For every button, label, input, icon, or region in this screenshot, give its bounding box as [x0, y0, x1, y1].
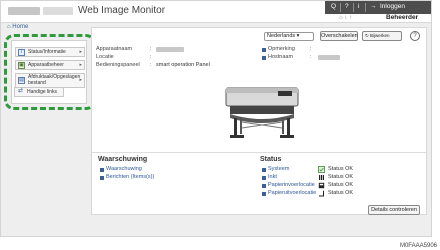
warning-title: Waarschuwing	[98, 156, 148, 163]
refresh-label: Bijwerken	[370, 33, 390, 38]
paper-output-icon	[319, 190, 324, 197]
highlight-outline	[4, 34, 96, 110]
figure-code: M0FAAA5906	[399, 243, 437, 249]
status-title: Status	[260, 156, 282, 163]
browser-frame: Web Image Monitor Q ? i → Inloggen ⌂ ↓ ↑…	[0, 0, 432, 237]
opmerking-label: Opmerking	[268, 46, 295, 52]
bullet-icon	[262, 192, 266, 196]
status-systeem-value: Status OK	[328, 166, 354, 172]
toolbar-separator	[340, 3, 341, 12]
bullet-icon	[100, 168, 104, 172]
hostnaam-value-blurred	[318, 55, 340, 60]
user-role-label: Beheerder	[386, 14, 419, 21]
bedieningspaneel-label: Bedieningspaneel	[96, 62, 140, 68]
bullet-icon	[262, 184, 266, 188]
bedieningspaneel-value: smart operation Panel	[156, 62, 210, 68]
paper-input-icon	[318, 182, 325, 189]
status-systeem-link[interactable]: Systeem	[268, 166, 289, 173]
status-papierinvoer-link[interactable]: Papierinvoerlocatie	[268, 182, 315, 189]
refresh-button[interactable]: ↻ Bijwerken	[362, 31, 402, 41]
bullet-icon	[262, 56, 266, 60]
toolbar-separator	[353, 3, 354, 12]
toolbar-separator	[365, 3, 366, 12]
status-papieruitvoer-link[interactable]: Papieruitvoerlocatie	[268, 190, 316, 197]
breadcrumb-home[interactable]: ⌂ Home	[7, 24, 28, 30]
locatie-label: Locatie	[96, 54, 114, 60]
help-icon[interactable]: ?	[345, 2, 349, 12]
bullet-icon	[262, 168, 266, 172]
colon: :	[150, 54, 152, 60]
colon: :	[310, 46, 312, 52]
bullet-icon	[100, 176, 104, 180]
check-details-button[interactable]: Details controleren	[368, 205, 420, 215]
top-toolbar: Q ? i → Inloggen	[325, 1, 431, 14]
hostnaam-label: Hostnaam	[268, 54, 294, 60]
brand-logo	[8, 7, 40, 15]
status-inkt-link[interactable]: Inkt	[268, 174, 277, 181]
bullet-icon	[262, 48, 266, 52]
ink-icon	[319, 175, 324, 180]
messages-link[interactable]: Berichten (Items(s))	[106, 174, 154, 181]
user-action-icons[interactable]: ⌂ ↓ ↑	[339, 15, 352, 21]
search-icon[interactable]: Q	[331, 2, 336, 12]
colon: :	[150, 62, 152, 68]
status-inkt-value: Status OK	[328, 174, 354, 180]
printer-image	[225, 87, 299, 138]
language-select[interactable]: Nederlands ▾	[264, 32, 314, 41]
colon: :	[150, 46, 152, 52]
status-papierinvoer-value: Status OK	[328, 182, 354, 188]
apparaatnaam-label: Apparaatnaam	[96, 46, 133, 52]
model-name-blurred	[43, 7, 73, 15]
refresh-icon: ↻	[365, 33, 369, 38]
info-icon[interactable]: i	[358, 2, 359, 12]
login-link[interactable]: Inloggen	[380, 2, 405, 12]
bullet-icon	[262, 176, 266, 180]
colon: :	[310, 54, 312, 60]
main-panel: Nederlands ▾ Overschakelen ↻ Bijwerken ?…	[91, 27, 427, 215]
section-divider	[92, 152, 426, 153]
apparaatnaam-value-blurred	[156, 47, 184, 52]
app-title: Web Image Monitor	[78, 5, 166, 16]
status-papieruitvoer-value: Status OK	[328, 190, 354, 196]
system-icon	[318, 166, 325, 173]
login-icon[interactable]: →	[370, 2, 377, 12]
warning-link[interactable]: Waarschuwing	[106, 166, 142, 173]
help-button[interactable]: ?	[410, 31, 420, 41]
switch-button[interactable]: Overschakelen	[320, 31, 358, 41]
